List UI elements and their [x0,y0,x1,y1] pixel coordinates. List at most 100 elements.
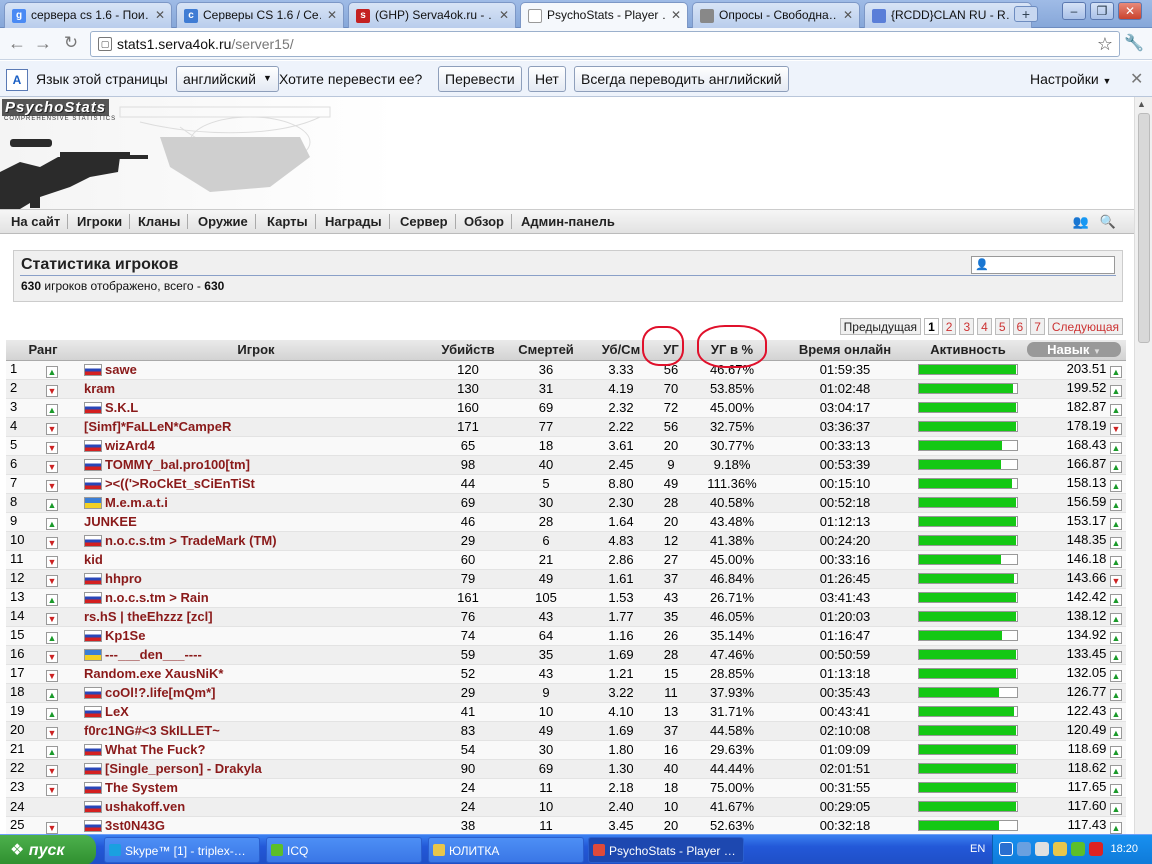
nav-clans[interactable]: Кланы [138,214,189,229]
player-cell[interactable]: M.e.m.a.t.i [80,493,432,513]
player-cell[interactable]: ushakoff.ven [80,797,432,817]
player-cell[interactable]: hhpro [80,569,432,589]
player-cell[interactable]: LeX [80,702,432,722]
player-name-link[interactable]: [Simf]*FaLLeN*CampeR [84,419,231,434]
tab-close-icon[interactable]: ✕ [671,8,681,22]
tray-network-icon[interactable] [1017,842,1031,856]
player-name-link[interactable]: wizArd4 [105,438,155,453]
tab-close-icon[interactable]: ✕ [327,8,337,22]
tray-arrow-icon[interactable] [999,842,1013,856]
player-cell[interactable]: n.o.c.s.tm > Rain [80,588,432,608]
nav-admin[interactable]: Админ-панель [521,214,622,229]
page-link-4[interactable]: 4 [977,318,992,335]
player-name-link[interactable]: LeX [105,704,129,719]
back-icon[interactable]: ← [6,33,28,54]
player-name-link[interactable]: [Single_person] - Drakyla [105,761,262,776]
taskbar-item[interactable]: Skype™ [1] - triplex-… [104,837,260,863]
page-link-5[interactable]: 5 [994,318,1010,335]
col-activity[interactable]: Активность [914,340,1022,361]
player-name-link[interactable]: M.e.m.a.t.i [105,495,168,510]
nav-server[interactable]: Сервер [400,214,456,229]
reload-icon[interactable]: ↻ [60,33,82,53]
player-name-link[interactable]: TOMMY_bal.pro100[tm] [105,457,250,472]
prev-page-link[interactable]: Предыдущая [839,318,922,335]
wrench-menu-icon[interactable]: 🔧 [1124,33,1144,53]
tray-shield-icon[interactable] [1053,842,1067,856]
player-cell[interactable]: coOl!?.life[mQm*] [80,683,432,703]
player-cell[interactable]: f0rc1NG#<3 SkILLET~ [80,721,432,741]
player-name-link[interactable]: ><(('>RoCkEt_sCiEnTiSt [105,476,255,491]
player-name-link[interactable]: f0rc1NG#<3 SkILLET~ [84,723,220,738]
tray-monitor-icon[interactable] [1035,842,1049,856]
player-cell[interactable]: 3st0N43G [80,816,432,834]
player-cell[interactable]: ---___den___---- [80,645,432,665]
player-cell[interactable]: rs.hS | theEhzzz [zcl] [80,607,432,627]
player-cell[interactable]: TOMMY_bal.pro100[tm] [80,455,432,475]
users-icon[interactable]: 👥 [1073,214,1089,229]
url-text[interactable]: stats1.serva4ok.ru/server15/ [117,36,294,52]
player-cell[interactable]: kid [80,550,432,570]
player-name-link[interactable]: The System [105,780,178,795]
page-link-7[interactable]: 7 [1030,318,1045,335]
player-cell[interactable]: kram [80,379,432,399]
maximize-button[interactable]: ❐ [1090,2,1114,20]
site-logo[interactable]: PsychoStats [2,99,110,116]
player-name-link[interactable]: JUNKEE [84,514,137,529]
close-window-button[interactable]: ✕ [1118,2,1142,20]
col-skill[interactable]: Навык ▼ [1022,340,1126,361]
player-name-link[interactable]: kram [84,381,115,396]
translate-settings[interactable]: Настройки ▼ [1030,71,1111,87]
tray-app-icon[interactable] [1089,842,1103,856]
page-link-1[interactable]: 1 [924,318,939,335]
player-name-link[interactable]: Random.exe XausNiK* [84,666,223,681]
player-name-link[interactable]: sawe [105,362,137,377]
minimize-button[interactable]: – [1062,2,1086,20]
player-cell[interactable]: ><(('>RoCkEt_sCiEnTiSt [80,474,432,494]
translate-button[interactable]: Перевести [438,66,522,92]
scroll-up-icon[interactable]: ▲ [1137,99,1146,109]
player-cell[interactable]: What The Fuck? [80,740,432,760]
taskbar-item[interactable]: ICQ [266,837,422,863]
tab-close-icon[interactable]: ✕ [499,8,509,22]
player-cell[interactable]: The System [80,778,432,798]
nav-home[interactable]: На сайт [11,214,69,229]
tab-close-icon[interactable]: ✕ [155,8,165,22]
player-cell[interactable]: [Single_person] - Drakyla [80,759,432,779]
player-name-link[interactable]: What The Fuck? [105,742,205,757]
next-page-link[interactable]: Следующая [1047,318,1123,335]
col-player[interactable]: Игрок [80,340,432,361]
nav-players[interactable]: Игроки [77,214,131,229]
nav-weapons[interactable]: Оружие [198,214,256,229]
bookmark-star-icon[interactable]: ☆ [1097,34,1113,55]
scrollbar-thumb[interactable] [1138,113,1150,343]
nav-maps[interactable]: Карты [267,214,316,229]
player-name-link[interactable]: ---___den___---- [105,647,202,662]
player-cell[interactable]: sawe [80,360,432,380]
player-name-link[interactable]: S.K.L [105,400,138,415]
browser-tab[interactable]: g сервера cs 1.6 - Пои… ✕ [4,2,172,28]
search-icon[interactable]: 🔍 [1100,214,1116,229]
player-name-link[interactable]: kid [84,552,103,567]
input-language[interactable]: EN [970,843,985,855]
page-link-2[interactable]: 2 [941,318,957,335]
tray-icq-icon[interactable] [1071,842,1085,856]
col-online-time[interactable]: Время онлайн [776,340,914,361]
browser-tab[interactable]: {RCDD}CLAN RU - R…✕ [864,2,1032,28]
player-name-link[interactable]: 3st0N43G [105,818,165,833]
player-search-input[interactable]: 👤 [971,256,1115,274]
page-link-6[interactable]: 6 [1012,318,1028,335]
language-select[interactable]: английский ▼ [176,66,279,92]
nav-awards[interactable]: Награды [325,214,390,229]
player-cell[interactable]: n.o.c.s.tm > TradeMark (TM) [80,531,432,551]
player-cell[interactable]: [Simf]*FaLLeN*CampeR [80,417,432,437]
col-deaths[interactable]: Смертей [504,340,588,361]
tab-close-icon[interactable]: ✕ [843,8,853,22]
player-cell[interactable]: JUNKEE [80,512,432,532]
close-translate-icon[interactable]: ✕ [1130,69,1143,89]
browser-tab[interactable]: PsychoStats - Player … ✕ [520,2,688,29]
player-name-link[interactable]: n.o.c.s.tm > TradeMark (TM) [105,533,277,548]
player-cell[interactable]: Kp1Se [80,626,432,646]
player-cell[interactable]: S.K.L [80,398,432,418]
browser-tab[interactable]: c Серверы CS 1.6 / Се… ✕ [176,2,344,28]
browser-tab[interactable]: s (GHP) Serva4ok.ru - … ✕ [348,2,516,28]
